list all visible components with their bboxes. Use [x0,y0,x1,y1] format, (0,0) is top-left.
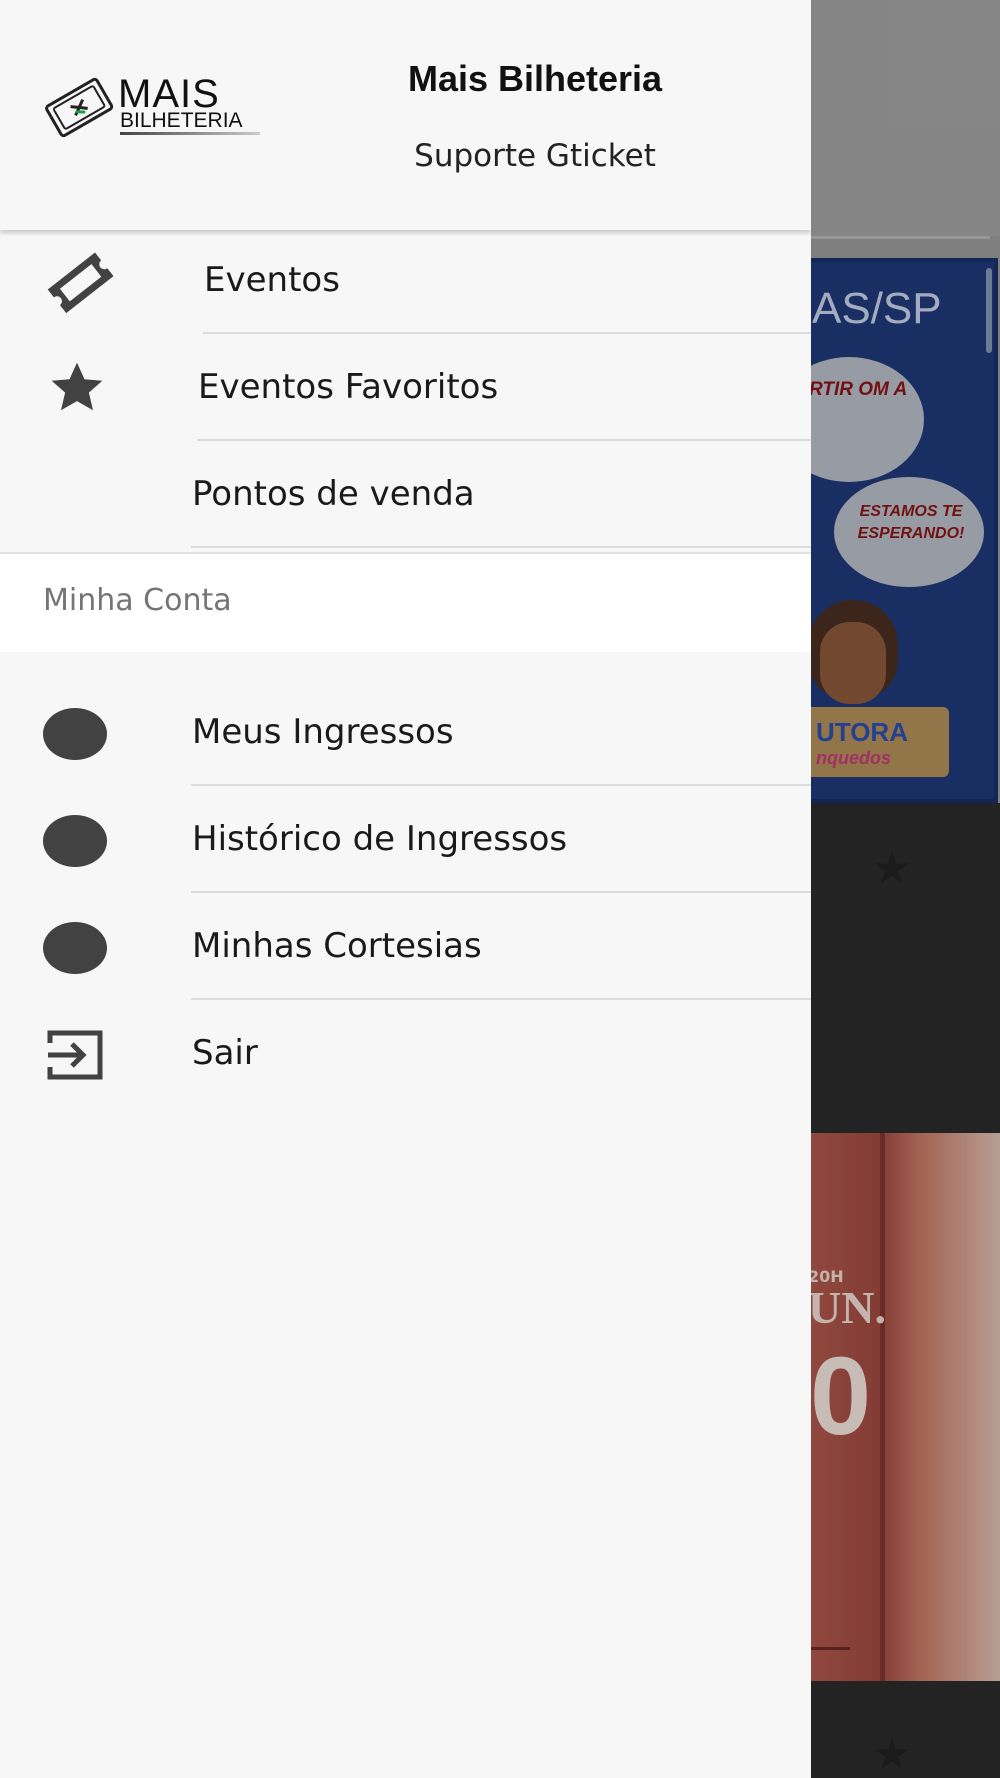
logo-text-bilheteria: BILHETERIA [120,109,243,132]
menu-item-label: Eventos [204,260,340,300]
logo-underline [120,132,260,135]
divider [191,891,811,893]
app-subtitle: Suporte Gticket [414,138,656,174]
drawer-header: MAIS BILHETERIA Mais Bilheteria Suporte … [0,0,811,230]
menu-item-eventos[interactable]: Eventos [0,228,811,335]
divider [191,998,811,1000]
menu-item-minhas-cortesias[interactable]: Minhas Cortesias [0,894,811,1001]
menu-item-historico-de-ingressos[interactable]: Histórico de Ingressos [0,787,811,894]
menu-item-sair[interactable]: Sair [0,1001,811,1108]
menu-item-label: Meus Ingressos [192,712,454,752]
circle-icon [43,815,107,867]
menu-item-meus-ingressos[interactable]: Meus Ingressos [0,680,811,787]
menu-item-label: Eventos Favoritos [198,367,499,407]
divider [191,784,811,786]
divider [191,546,811,548]
menu-item-label: Histórico de Ingressos [192,819,568,859]
menu-item-eventos-favoritos[interactable]: Eventos Favoritos [0,335,811,442]
logout-icon [47,1030,103,1080]
menu-item-pontos-de-venda[interactable]: Pontos de venda [0,442,811,549]
divider [203,332,811,334]
ticket-icon [47,252,114,314]
logo-text-mais: MAIS [118,72,220,116]
navigation-drawer: MAIS BILHETERIA Mais Bilheteria Suporte … [0,0,811,1778]
menu-item-label: Minhas Cortesias [192,926,482,966]
app-screen: AS/SP RTIR OM A ESTAMOS TE ESPERANDO! UT… [0,0,1000,1778]
circle-icon [43,922,107,974]
ticket-logo-icon [45,77,114,138]
mais-bilheteria-logo: MAIS BILHETERIA [42,72,272,138]
star-icon [51,362,103,411]
divider [197,439,811,441]
app-title: Mais Bilheteria [407,58,663,99]
circle-icon [43,708,107,760]
section-header-minha-conta: Minha Conta [0,552,811,652]
menu-item-label: Sair [192,1033,258,1073]
menu-item-label: Pontos de venda [192,474,475,514]
section-label: Minha Conta [43,583,232,618]
